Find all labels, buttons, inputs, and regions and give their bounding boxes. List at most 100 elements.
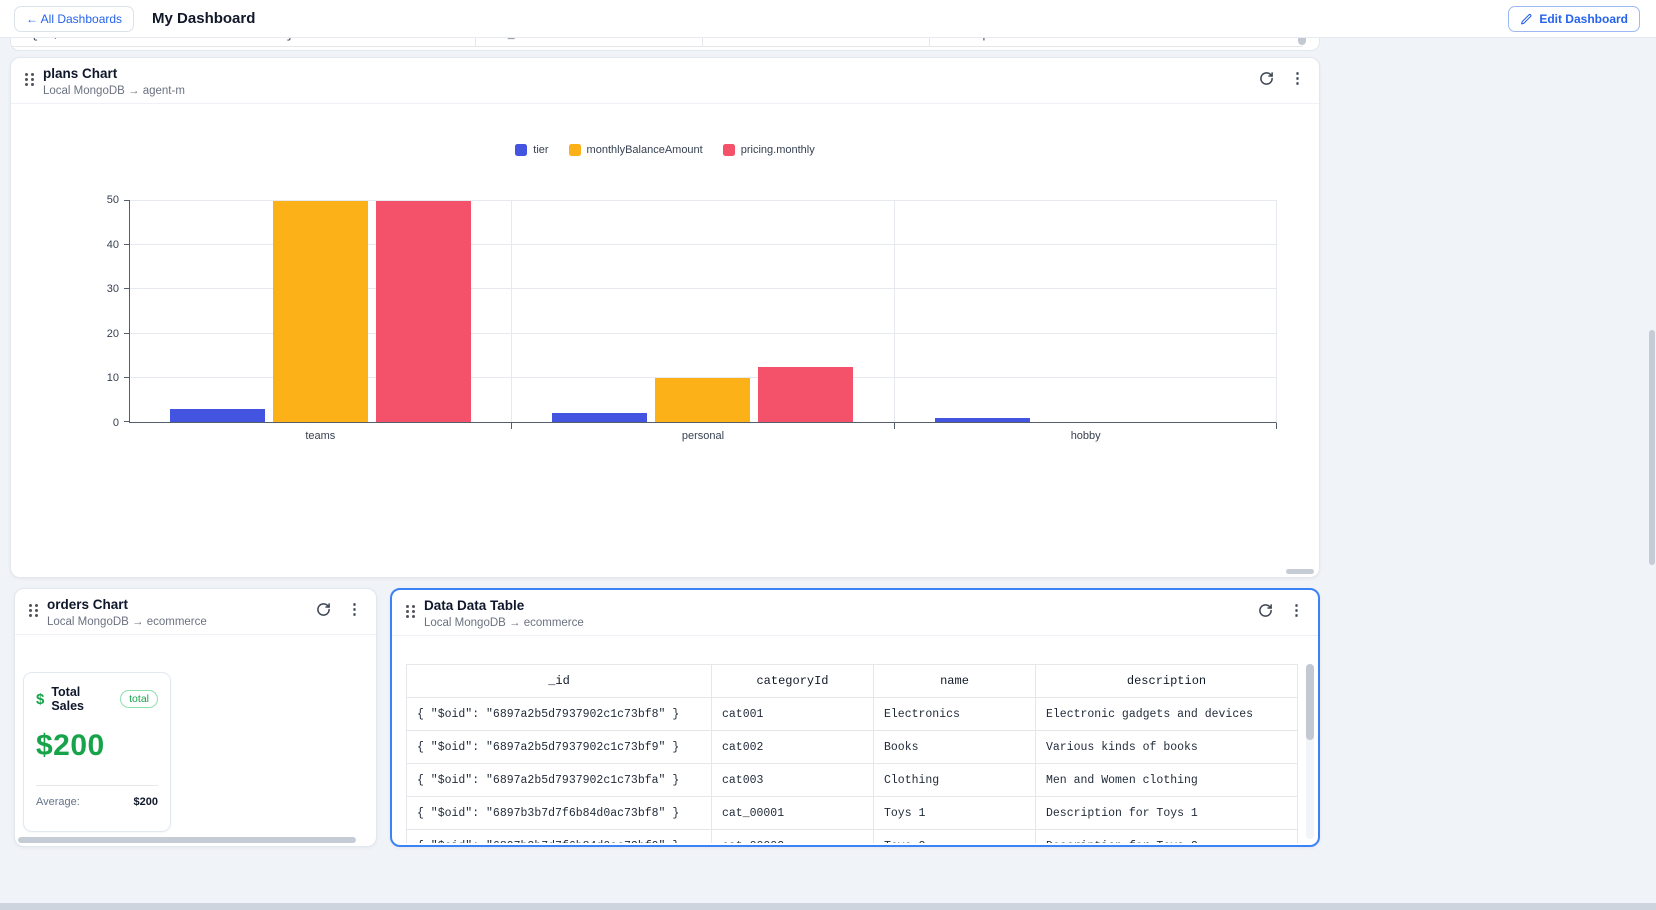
drag-handle-icon[interactable] <box>25 73 34 86</box>
more-options-button[interactable]: ⋮ <box>1289 603 1304 618</box>
table-cell: Toys 2 <box>873 829 1036 843</box>
plot-area <box>124 200 1278 429</box>
table-cell: { "$oid": "6897a2b5d7937902c1c73bf8" } <box>406 697 712 731</box>
panel-title-block: orders Chart Local MongoDB → ecommerce <box>47 596 207 628</box>
x-tick-label: hobby <box>1070 430 1101 442</box>
table-row[interactable]: { "$oid": "6897a2b5d7937902c1c73bf8" } ca… <box>406 697 1298 731</box>
table-row[interactable]: { "$oid": "6897a2b5d7937902c1c73bf9" } ca… <box>406 730 1298 764</box>
table-row[interactable]: { "$oid": "6897a2b5d7937902c1c73bfa" } ca… <box>406 763 1298 797</box>
legend-label: tier <box>533 144 549 156</box>
row-divider <box>11 46 1303 47</box>
clipped-scrollbar-thumb[interactable] <box>1298 38 1306 45</box>
bar-personal-tier[interactable] <box>552 413 648 422</box>
refresh-button[interactable] <box>316 602 331 617</box>
column-header-categoryId[interactable]: categoryId <box>711 664 874 698</box>
y-tick-label: 0 <box>112 417 119 429</box>
plans-scrollbar-thumb[interactable] <box>1286 569 1314 574</box>
orders-panel-header: orders Chart Local MongoDB → ecommerce ⋮ <box>15 589 376 635</box>
table-row[interactable]: { "$oid": "6897b3b7d7f6b84d0ac73bf9" }ca… <box>406 829 1298 843</box>
metric-value: $200 <box>36 729 105 762</box>
more-options-button[interactable]: ⋮ <box>347 602 362 617</box>
table-cell: { "$oid": "6897a2b5d7937902c1c73bf9" } <box>406 730 712 764</box>
metric-badge: total <box>120 690 158 708</box>
y-axis-labels: 0 10 20 30 40 50 <box>89 194 123 429</box>
table-cell: Various kinds of books <box>1035 730 1298 764</box>
panel-actions: ⋮ <box>1259 71 1305 86</box>
y-tick-label: 20 <box>106 327 119 340</box>
y-tick-label: 10 <box>106 372 119 385</box>
legend-item-tier[interactable]: tier <box>515 144 549 156</box>
bar-teams-pricing.monthly[interactable] <box>376 201 472 422</box>
legend-item-monthlyBalanceAmount[interactable]: monthlyBalanceAmount <box>568 144 703 156</box>
bar-teams-tier[interactable] <box>170 408 266 422</box>
more-options-button[interactable]: ⋮ <box>1290 71 1305 86</box>
bar-group-personal <box>512 201 895 429</box>
x-axis-labels: teams personal hobby <box>129 430 1277 442</box>
refresh-button[interactable] <box>1258 603 1273 618</box>
table-cell: cat_00002 <box>711 829 874 843</box>
column-header-_id[interactable]: _id <box>406 664 712 698</box>
table-cell: Men and Women clothing <box>1035 763 1298 797</box>
average-value: $200 <box>133 796 158 808</box>
orders-horizontal-scrollbar[interactable] <box>18 837 366 843</box>
panel-subtitle: Local MongoDB → ecommerce <box>47 616 207 628</box>
drag-handle-icon[interactable] <box>406 605 415 618</box>
plans-panel-header: plans Chart Local MongoDB → agent-m ⋮ <box>11 58 1319 104</box>
bar-personal-pricing.monthly[interactable] <box>758 366 854 422</box>
scrollbar-thumb[interactable] <box>1306 664 1314 740</box>
panel-subtitle: Local MongoDB → ecommerce <box>424 617 584 629</box>
edit-dashboard-button[interactable]: Edit Dashboard <box>1508 6 1640 32</box>
clipped-table-panel: { "$oid": "6897b3b7d7f6b84d0ac73bfd" } c… <box>10 38 1320 51</box>
table-vertical-scrollbar[interactable] <box>1306 664 1314 839</box>
divider <box>36 785 158 786</box>
panel-title-block: plans Chart Local MongoDB → agent-m <box>43 65 185 97</box>
bar-group-teams <box>130 201 513 429</box>
table-cell: cat001 <box>711 697 874 731</box>
bar-personal-monthlyBalanceAmount[interactable] <box>655 377 751 422</box>
bar-hobby-tier[interactable] <box>934 417 1030 422</box>
drag-handle-icon[interactable] <box>29 604 38 617</box>
table-cell: cat003 <box>711 763 874 797</box>
column-divider <box>929 38 930 46</box>
table-cell: Electronics <box>873 697 1036 731</box>
refresh-icon <box>317 603 330 616</box>
y-tick-label: 50 <box>106 194 119 206</box>
pencil-icon <box>1521 13 1532 24</box>
page-title: My Dashboard <box>152 10 256 27</box>
total-sales-card: $ Total Sales total $200 Average: $200 <box>23 672 171 832</box>
table-cell: Books <box>873 730 1036 764</box>
all-dashboards-button[interactable]: ← All Dashboards <box>14 5 135 32</box>
table-cell: Electronic gadgets and devices <box>1035 697 1298 731</box>
scrollbar-thumb[interactable] <box>18 837 356 843</box>
table-row[interactable]: { "$oid": "6897b3b7d7f6b84d0ac73bf8" } ca… <box>406 796 1298 830</box>
column-header-name[interactable]: name <box>873 664 1036 698</box>
y-tick-label: 40 <box>106 238 119 251</box>
orders-chart-panel: orders Chart Local MongoDB → ecommerce ⋮… <box>14 588 377 847</box>
legend-label: monthlyBalanceAmount <box>586 144 703 156</box>
page-vertical-scrollbar-thumb[interactable] <box>1649 330 1655 565</box>
table-cell: Toys 1 <box>873 796 1036 830</box>
refresh-button[interactable] <box>1259 71 1274 86</box>
table-cell: cat002 <box>711 730 874 764</box>
table-cell: { "$oid": "6897b3b7d7f6b84d0ac73bf9" } <box>406 829 712 843</box>
column-divider <box>475 38 476 46</box>
data-panel-header: Data Data Table Local MongoDB → ecommerc… <box>392 590 1318 636</box>
panel-title: orders Chart <box>47 597 129 612</box>
bar-group-hobby <box>895 201 1278 429</box>
dollar-icon: $ <box>36 690 45 708</box>
legend-swatch-icon <box>722 144 735 156</box>
panel-title: plans Chart <box>43 66 118 81</box>
x-tick-label: teams <box>305 430 336 442</box>
bar-teams-monthlyBalanceAmount[interactable] <box>273 201 369 422</box>
column-divider <box>702 38 703 46</box>
metric-label: Total Sales <box>51 685 85 713</box>
panel-actions: ⋮ <box>1258 603 1304 618</box>
legend-item-pricing.monthly[interactable]: pricing.monthly <box>722 144 815 156</box>
page-horizontal-scrollbar[interactable] <box>0 903 1656 910</box>
y-tick-label: 30 <box>106 283 119 296</box>
column-header-description[interactable]: description <box>1035 664 1298 698</box>
table-cell: Description for Toys 1 <box>1035 796 1298 830</box>
metric-header: $ Total Sales total <box>36 685 158 713</box>
bar-chart-plot: 0 10 20 30 40 50 <box>107 194 1278 429</box>
panel-subtitle: Local MongoDB → agent-m <box>43 85 185 97</box>
